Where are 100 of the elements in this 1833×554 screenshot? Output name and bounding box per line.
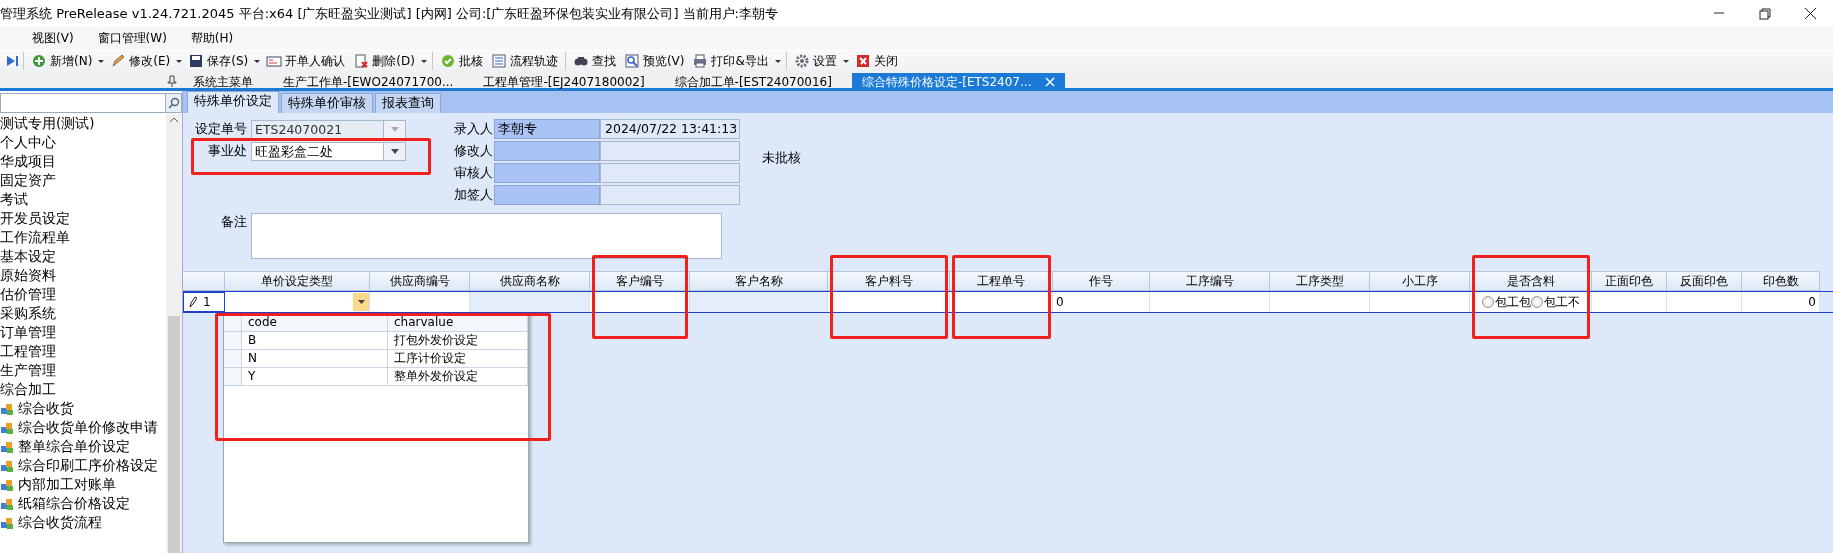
list-cell[interactable]: B [242,332,388,349]
column-header[interactable]: 是否含料 [1470,271,1592,291]
toolbar-button[interactable]: 批核 [435,50,487,72]
scrollbar-thumb[interactable] [168,316,180,553]
name-field[interactable]: 李朝专 [494,119,600,139]
document-tab[interactable]: 综合加工单-[EST24070016] [664,73,842,91]
document-tab[interactable]: 系统主菜单 [183,73,263,91]
tree-item[interactable]: 内部加工对账单 [0,475,166,494]
column-header[interactable]: 工序编号 [1150,271,1270,291]
tree-item[interactable]: 华成项目 [0,152,166,171]
tree-item[interactable]: 固定资产 [0,171,166,190]
toolbar-button[interactable]: 打印&导出 [688,50,773,72]
name-field[interactable] [494,141,600,161]
tree-item[interactable]: 基本设定 [0,247,166,266]
field-label: 加签人 [454,185,494,204]
tab[interactable]: 报表查询 [375,93,441,113]
tree-item[interactable]: 估价管理 [0,285,166,304]
cubes-icon [0,420,14,435]
tree-item[interactable]: 测试专用(测试) [0,114,166,133]
toolbar-button[interactable]: 预览(V) [619,50,689,72]
tree-item[interactable]: 开发员设定 [0,209,166,228]
grid-corner [183,271,225,291]
toolbar-button[interactable]: 删除(D) [349,50,419,72]
column-header[interactable]: 供应商名称 [470,271,590,291]
column-header[interactable]: 单价设定类型 [225,271,370,291]
column-header[interactable]: 正面印色 [1592,271,1667,291]
close-icon[interactable] [1803,7,1817,20]
tree-item[interactable]: 订单管理 [0,323,166,342]
dropdown-field[interactable]: 旺盈彩盒二处 [251,141,406,161]
menu-item[interactable]: 帮助(H) [178,29,246,47]
tree-item[interactable]: 综合收货 [0,399,166,418]
tree-item[interactable]: 考试 [0,190,166,209]
list-cell[interactable]: N [242,350,388,367]
tree-item[interactable]: 综合加工 [0,380,166,399]
restore-icon[interactable] [1757,7,1771,20]
tree-item[interactable]: 综合收货流程 [0,513,166,532]
dropdown-button[interactable] [353,293,369,311]
search-icon [623,53,640,69]
menu-item[interactable]: 窗口管理(W) [85,29,179,47]
tree-item[interactable]: 综合印刷工序价格设定 [0,456,166,475]
toolbar-button[interactable]: 保存(S) [184,50,253,72]
column-header[interactable]: 客户料号 [828,271,950,291]
time-field[interactable] [600,185,740,205]
remark-field[interactable] [251,213,722,259]
tree-item[interactable]: 综合收货单价修改申请 [0,418,166,437]
dropdown-cell[interactable] [225,292,370,312]
tree-item[interactable]: 纸箱综合价格设定 [0,494,166,513]
column-header[interactable]: 客户名称 [690,271,828,291]
column-header[interactable]: 工序类型 [1270,271,1370,291]
column-header[interactable]: 反面印色 [1667,271,1742,291]
column-header[interactable]: 印色数 [1742,271,1820,291]
name-field[interactable] [494,185,600,205]
tree-item[interactable]: 工程管理 [0,342,166,361]
tab[interactable]: 特殊单价审核 [281,93,373,113]
radio-label: 包工不 [1543,294,1580,311]
column-header[interactable]: 供应商编号 [370,271,470,291]
toolbar-button[interactable]: 关闭 [850,50,902,72]
column-header[interactable]: 小工序 [1370,271,1470,291]
document-tab[interactable]: 工程单管理-[EJ2407180002] [473,73,655,91]
toolbar-button[interactable]: 设置 [789,50,841,72]
toolbar-button[interactable]: 新增(N) [27,50,97,72]
tree-item[interactable]: 整单综合单价设定 [0,437,166,456]
document-tab[interactable]: 生产工作单-[EWO24071700... [273,73,464,91]
row-header[interactable]: 1 [183,292,225,312]
toolbar-button[interactable]: 开单人确认 [262,50,350,72]
skip-end-icon[interactable] [4,53,20,69]
dropdown-list[interactable]: code charvalue B 打包外发价设定 N 工序计价设定 Y 整单外发价设定 [223,313,529,543]
pin-icon[interactable] [167,74,177,87]
time-field[interactable] [600,141,740,161]
name-field[interactable] [494,163,600,183]
caret-icon [357,300,365,304]
list-cell[interactable]: Y [242,368,388,385]
search-field[interactable] [0,93,182,113]
time-field[interactable]: 2024/07/22 13:41:13 [600,119,740,139]
search-icon[interactable] [167,97,180,109]
cubes-icon [0,458,14,473]
toolbar-button[interactable]: 修改(E) [106,50,175,72]
tree-item[interactable]: 生产管理 [0,361,166,380]
list-cell[interactable]: 打包外发价设定 [388,332,528,349]
column-header[interactable]: 客户编号 [590,271,690,291]
toolbar-button[interactable]: 流程轨迹 [486,50,562,72]
cubes-icon [0,496,14,511]
tree-item[interactable]: 采购系统 [0,304,166,323]
time-field[interactable] [600,163,740,183]
document-tab[interactable]: 综合特殊价格设定-[ETS2407... [851,73,1066,91]
list-cell[interactable]: 整单外发价设定 [388,368,528,385]
radio-button[interactable] [1481,296,1494,308]
column-header[interactable]: 作号 [1053,271,1150,291]
tab[interactable]: 特殊单价设定 [187,91,279,113]
radio-button[interactable] [1530,296,1543,308]
tree-item[interactable]: 个人中心 [0,133,166,152]
caret-icon [390,148,399,154]
caret-icon [390,126,399,132]
toolbar-button[interactable]: 查找 [568,50,620,72]
tree-item[interactable]: 工作流程单 [0,228,166,247]
list-cell[interactable]: 工序计价设定 [388,350,528,367]
column-header[interactable]: 工程单号 [950,271,1053,291]
table-cell: 0 [1053,292,1150,312]
menu-item[interactable]: 视图(V) [20,29,86,47]
tree-item[interactable]: 原始资料 [0,266,166,285]
